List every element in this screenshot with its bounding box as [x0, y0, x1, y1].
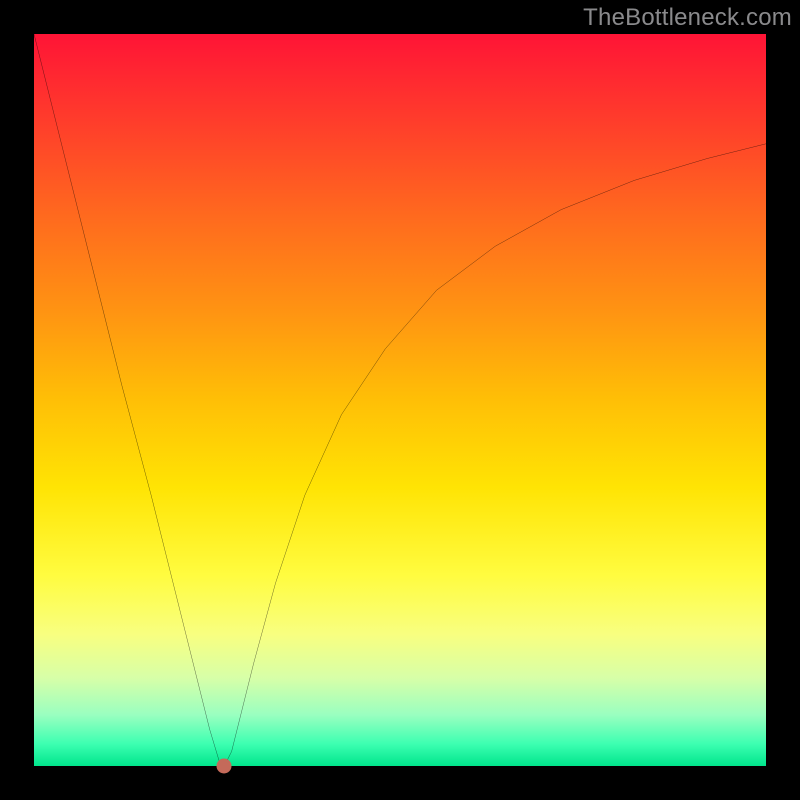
plot-area	[34, 34, 766, 766]
watermark-text: TheBottleneck.com	[583, 4, 792, 32]
minimum-point-dot	[217, 759, 232, 774]
chart-frame: TheBottleneck.com	[0, 0, 800, 800]
bottleneck-curve	[34, 34, 766, 766]
curve-svg	[34, 34, 766, 766]
